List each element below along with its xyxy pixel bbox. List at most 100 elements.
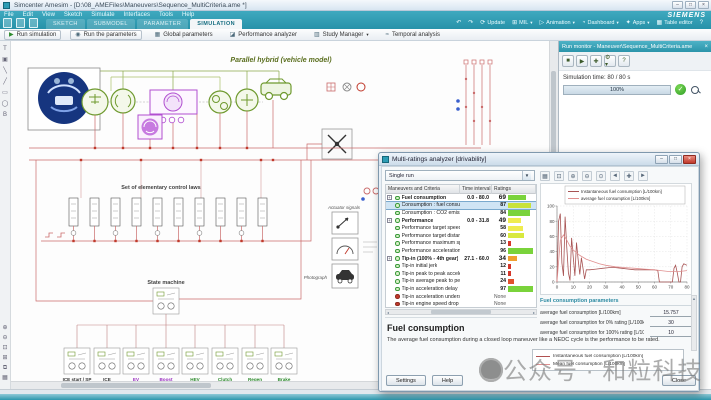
run-selector-dropdown[interactable]: Single run ▼ bbox=[385, 170, 535, 181]
image-tool[interactable]: ▣ bbox=[2, 57, 8, 63]
options-button[interactable]: ⚙ ▾ bbox=[604, 55, 616, 67]
help-button[interactable]: Help bbox=[432, 375, 463, 386]
chart-tool-0[interactable]: ▦ bbox=[540, 171, 550, 181]
control-law-block[interactable] bbox=[153, 198, 162, 242]
tab-sketch[interactable]: SKETCH bbox=[46, 19, 85, 29]
close-button[interactable]: × bbox=[698, 1, 709, 9]
table-row[interactable]: Tip-in initial jerk12 bbox=[386, 262, 536, 270]
exhaust-block[interactable] bbox=[322, 129, 352, 159]
control-law-block[interactable] bbox=[174, 198, 183, 242]
analyzer-titlebar[interactable]: Multi-ratings analyzer [drivability] – □… bbox=[379, 153, 699, 166]
menu-view[interactable]: View bbox=[42, 12, 55, 18]
study-manager-button[interactable]: ▥Study Manager▾ bbox=[310, 30, 373, 40]
add-run-button[interactable]: ✚ bbox=[590, 55, 602, 67]
parameter-value[interactable]: 10 bbox=[650, 330, 692, 337]
table-row[interactable]: Consumption : CO2 emissions84 bbox=[386, 209, 536, 217]
mil-tool[interactable]: ⊞MIL▾ bbox=[512, 19, 532, 26]
state-machine-block[interactable] bbox=[123, 348, 149, 374]
play-button[interactable]: ▶ bbox=[576, 55, 588, 67]
copy-view-tool[interactable]: ⧉ bbox=[3, 365, 7, 371]
run-simulation-button[interactable]: ▶Run simulation bbox=[4, 30, 61, 40]
tab-submodel[interactable]: SUBMODEL bbox=[87, 19, 135, 29]
temporal-analysis-button[interactable]: ≈Temporal analysis bbox=[382, 30, 444, 40]
line-tool[interactable]: ╲ bbox=[3, 68, 7, 74]
zoom-select-tool[interactable]: ⊡ bbox=[2, 345, 7, 351]
performance-analyzer-button[interactable]: ◪Performance analyzer bbox=[226, 30, 301, 40]
menu-simulate[interactable]: Simulate bbox=[91, 12, 114, 18]
table-row[interactable]: Tip-in acceleration delay97 bbox=[386, 285, 536, 293]
table-row[interactable]: Performance maximum speed13 bbox=[386, 240, 536, 248]
animation-tool[interactable]: ▷Animation▾ bbox=[540, 19, 575, 26]
analyzer-minimize-button[interactable]: – bbox=[655, 155, 668, 164]
chart-tool-3[interactable]: ⊖ bbox=[582, 171, 592, 181]
differential-component[interactable] bbox=[236, 89, 258, 111]
ellipse-tool[interactable]: ◯ bbox=[2, 101, 9, 107]
expander-icon[interactable]: + bbox=[387, 195, 392, 200]
open-file-icon[interactable] bbox=[16, 18, 25, 28]
gearbox-component[interactable] bbox=[209, 91, 231, 113]
chart-tool-7[interactable]: ► bbox=[638, 171, 648, 181]
maximize-button[interactable]: □ bbox=[685, 1, 696, 9]
settings-button[interactable]: Settings bbox=[386, 375, 426, 386]
control-law-blocks[interactable] bbox=[69, 198, 267, 242]
zoom-out-tool[interactable]: ⊖ bbox=[2, 335, 7, 341]
menu-tools[interactable]: Tools bbox=[159, 12, 173, 18]
state-machine-block[interactable] bbox=[153, 348, 179, 374]
state-machine-block[interactable] bbox=[94, 348, 120, 374]
table-row[interactable]: Performance target distance60 bbox=[386, 232, 536, 240]
stop-button[interactable]: ■ bbox=[562, 55, 574, 67]
table-row[interactable]: Tip-in acceleration undershootNone bbox=[386, 293, 536, 301]
zoom-in-tool[interactable]: ⊕ bbox=[2, 325, 7, 331]
chart-tool-1[interactable]: ⊡ bbox=[554, 171, 564, 181]
column-header-1[interactable]: Time interval [s] bbox=[460, 185, 492, 194]
column-header-0[interactable]: Maneuvers and Criteria bbox=[386, 185, 460, 194]
bold-tool[interactable]: B bbox=[3, 112, 7, 118]
state-machine-block[interactable] bbox=[153, 288, 179, 314]
photograph-block[interactable] bbox=[332, 264, 358, 288]
state-machine-block[interactable] bbox=[212, 348, 238, 374]
new-file-icon[interactable] bbox=[3, 18, 12, 28]
run-parameters-button[interactable]: ◉Run the parameters bbox=[70, 30, 141, 40]
rect-tool[interactable]: ▭ bbox=[2, 90, 8, 96]
tab-simulation[interactable]: SIMULATION bbox=[190, 19, 242, 29]
fuel-consumption-chart[interactable]: 02040608010001020304050607080Instantaneo… bbox=[540, 183, 692, 295]
zoom-fit-tool[interactable]: ⊞ bbox=[2, 355, 7, 361]
state-machine-block[interactable] bbox=[271, 348, 297, 374]
control-law-block[interactable] bbox=[90, 198, 99, 242]
help-tool[interactable]: ? bbox=[700, 20, 703, 26]
vehicle-component[interactable] bbox=[261, 79, 291, 100]
state-machine-block[interactable] bbox=[242, 348, 268, 374]
run-monitor-close-icon[interactable]: × bbox=[704, 44, 708, 50]
control-law-block[interactable] bbox=[237, 198, 246, 242]
gauge-block[interactable] bbox=[332, 238, 377, 260]
table-row[interactable]: +Fuel consumption0.0 - 80.069 bbox=[386, 194, 536, 202]
table-horizontal-scrollbar[interactable]: ◂▸ bbox=[385, 309, 537, 315]
parameter-value[interactable]: 15.757 bbox=[650, 310, 692, 317]
save-file-icon[interactable] bbox=[29, 18, 38, 28]
tab-parameter[interactable]: PARAMETER bbox=[137, 19, 188, 29]
control-law-block[interactable] bbox=[216, 198, 225, 242]
text-tool[interactable]: T bbox=[3, 46, 7, 52]
parameter-value[interactable]: 30 bbox=[650, 320, 692, 327]
menu-interfaces[interactable]: Interfaces bbox=[124, 12, 150, 18]
table-row[interactable]: Tip-in peak to peak acceleration11 bbox=[386, 270, 536, 278]
global-parameters-button[interactable]: ▦Global parameters bbox=[151, 30, 217, 40]
actuator-block[interactable] bbox=[332, 212, 358, 234]
control-law-block[interactable] bbox=[69, 198, 78, 242]
chart-tool-2[interactable]: ⊕ bbox=[568, 171, 578, 181]
chart-tool-4[interactable]: ⊙ bbox=[596, 171, 606, 181]
polyline-tool[interactable]: ╱ bbox=[3, 79, 7, 85]
control-law-block[interactable] bbox=[111, 198, 120, 242]
state-machine-block[interactable] bbox=[182, 348, 208, 374]
chart-tool-6[interactable]: ✚ bbox=[624, 171, 634, 181]
control-law-block[interactable] bbox=[195, 198, 204, 242]
undo-tool[interactable]: ↶ bbox=[456, 19, 461, 26]
table-row[interactable]: +Performance0.0 - 31.849 bbox=[386, 217, 536, 225]
state-machine-block[interactable] bbox=[64, 348, 90, 374]
electric-motor-component[interactable] bbox=[138, 115, 162, 139]
clutch-component[interactable] bbox=[111, 89, 135, 113]
table-row[interactable]: Tip-in engine speed dropNone bbox=[386, 300, 536, 308]
control-law-block[interactable] bbox=[132, 198, 141, 242]
table-row[interactable]: +Tip-in (100% - 4th gear)27.1 - 60.034 bbox=[386, 255, 536, 263]
menu-sketch[interactable]: Sketch bbox=[64, 12, 82, 18]
